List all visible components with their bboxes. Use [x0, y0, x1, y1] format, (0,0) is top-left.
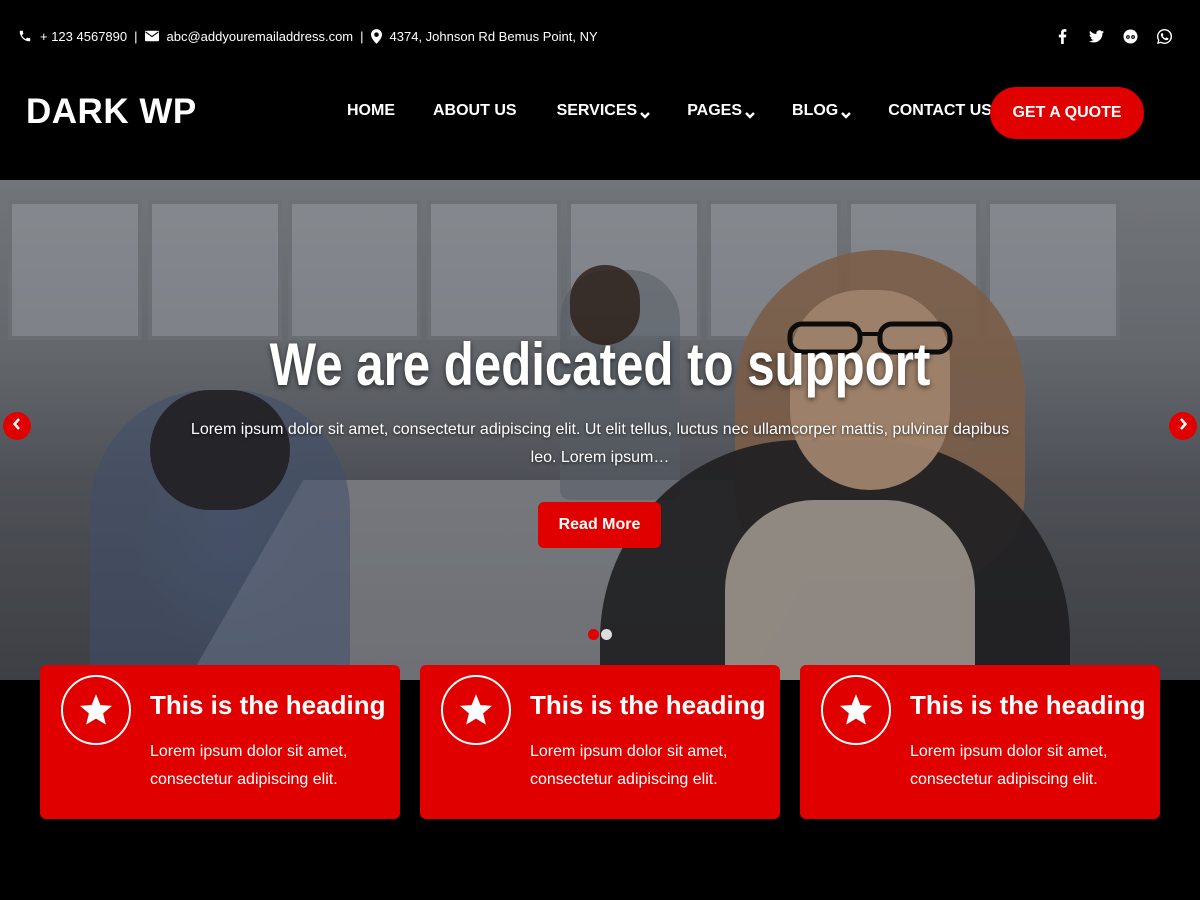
email-info: abc@addyouremailaddress.com	[144, 29, 354, 44]
facebook-icon[interactable]	[1054, 28, 1070, 44]
feature-heading: This is the heading	[910, 690, 1146, 720]
nav-label: HOME	[347, 102, 395, 119]
slider-dot[interactable]	[601, 629, 612, 640]
contact-info: + 123 4567890 | abc@addyouremailaddress.…	[18, 29, 598, 44]
top-bar: + 123 4567890 | abc@addyouremailaddress.…	[0, 0, 1200, 72]
hero-description: Lorem ipsum dolor sit amet, consectetur …	[190, 421, 1010, 466]
separator: |	[360, 28, 364, 44]
chevron-left-icon	[12, 417, 22, 435]
star-icon	[61, 675, 131, 745]
nav-item-blog[interactable]: BLOG	[792, 102, 852, 120]
feature-cards: This is the heading Lorem ipsum dolor si…	[40, 665, 1162, 819]
chevron-down-icon	[640, 107, 651, 119]
address-info: 4374, Johnson Rd Bemus Point, NY	[370, 28, 598, 44]
separator: |	[134, 28, 138, 44]
feature-text: Lorem ipsum dolor sit amet, consectetur …	[530, 743, 728, 788]
slider-dots	[588, 629, 612, 640]
phone-number[interactable]: + 123 4567890	[40, 29, 127, 44]
feature-text: Lorem ipsum dolor sit amet, consectetur …	[150, 743, 348, 788]
social-links	[1054, 28, 1182, 44]
envelope-icon	[144, 30, 159, 42]
feature-card: This is the heading Lorem ipsum dolor si…	[40, 665, 400, 819]
main-nav: HOME ABOUT US SERVICES PAGES BLOG CONTAC…	[347, 102, 1030, 120]
nav-item-about-us[interactable]: ABOUT US	[433, 102, 517, 120]
slider-next-button[interactable]	[1169, 412, 1197, 440]
nav-item-pages[interactable]: PAGES	[687, 102, 755, 120]
nav-label: CONTACT US	[888, 102, 992, 119]
nav-item-services[interactable]: SERVICES	[556, 102, 651, 120]
twitter-icon[interactable]	[1088, 28, 1104, 44]
chevron-down-icon	[745, 107, 755, 119]
email-address[interactable]: abc@addyouremailaddress.com	[167, 29, 354, 44]
whatsapp-icon[interactable]	[1156, 28, 1172, 44]
chevron-down-icon	[841, 107, 852, 119]
site-header: DARK WP HOME ABOUT US SERVICES PAGES BLO…	[0, 72, 1200, 180]
nav-label: BLOG	[792, 102, 839, 119]
get-a-quote-button[interactable]: GET A QUOTE	[990, 87, 1144, 139]
star-icon	[441, 675, 511, 745]
star-icon	[821, 675, 891, 745]
nav-item-home[interactable]: HOME	[347, 102, 395, 120]
feature-heading: This is the heading	[150, 690, 386, 720]
phone-info: + 123 4567890	[18, 29, 127, 44]
slider-prev-button[interactable]	[3, 412, 31, 440]
feature-card: This is the heading Lorem ipsum dolor si…	[800, 665, 1160, 819]
nav-label: PAGES	[687, 102, 743, 119]
site-logo[interactable]: DARK WP	[26, 92, 197, 132]
map-marker-icon	[370, 28, 382, 44]
read-more-button[interactable]: Read More	[538, 502, 661, 548]
address-text: 4374, Johnson Rd Bemus Point, NY	[389, 28, 598, 44]
nav-label: SERVICES	[556, 102, 638, 119]
feature-card: This is the heading Lorem ipsum dolor si…	[420, 665, 780, 819]
feature-heading: This is the heading	[530, 690, 766, 720]
hero-title: We are dedicated to support	[269, 331, 931, 398]
slider-dot-active[interactable]	[588, 629, 599, 640]
chevron-right-icon	[1178, 417, 1188, 435]
nav-label: ABOUT US	[433, 102, 517, 119]
feature-text: Lorem ipsum dolor sit amet, consectetur …	[910, 743, 1108, 788]
tripadvisor-icon[interactable]	[1122, 28, 1138, 44]
hero-slider: We are dedicated to support Lorem ipsum …	[0, 180, 1200, 680]
phone-icon	[18, 29, 32, 43]
nav-item-contact-us[interactable]: CONTACT US	[888, 102, 992, 120]
